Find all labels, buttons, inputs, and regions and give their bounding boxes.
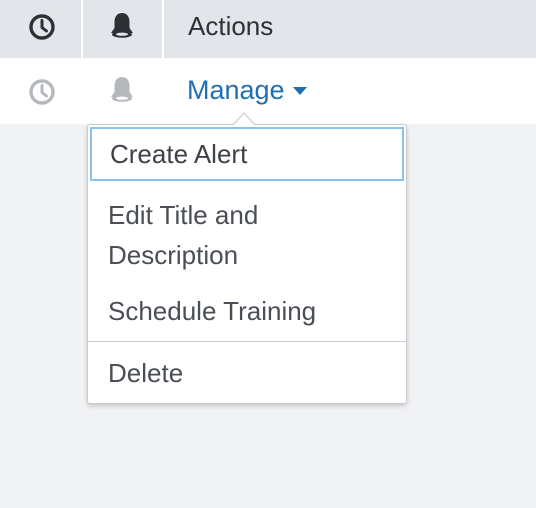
column-divider — [162, 0, 164, 58]
menu-item-schedule-training[interactable]: Schedule Training — [88, 291, 406, 331]
bell-icon — [106, 74, 138, 106]
menu-pointer-arrow — [233, 112, 255, 126]
manage-dropdown-menu: Create Alert Edit Title and Description … — [87, 124, 407, 404]
table-row: Manage — [0, 58, 536, 124]
column-divider — [81, 0, 83, 58]
clock-icon — [27, 77, 57, 107]
bell-icon — [106, 10, 138, 42]
menu-divider — [88, 341, 406, 342]
menu-item-edit-title-description[interactable]: Edit Title and Description — [88, 195, 388, 275]
manage-label: Manage — [187, 74, 285, 105]
actions-column-header: Actions — [188, 11, 274, 41]
caret-down-icon — [292, 87, 307, 95]
clock-icon — [26, 12, 58, 42]
table-header-row: Actions — [0, 0, 536, 58]
menu-item-delete[interactable]: Delete — [88, 353, 406, 393]
manage-dropdown-button[interactable]: Manage — [187, 70, 307, 110]
menu-item-create-alert[interactable]: Create Alert — [90, 127, 404, 181]
